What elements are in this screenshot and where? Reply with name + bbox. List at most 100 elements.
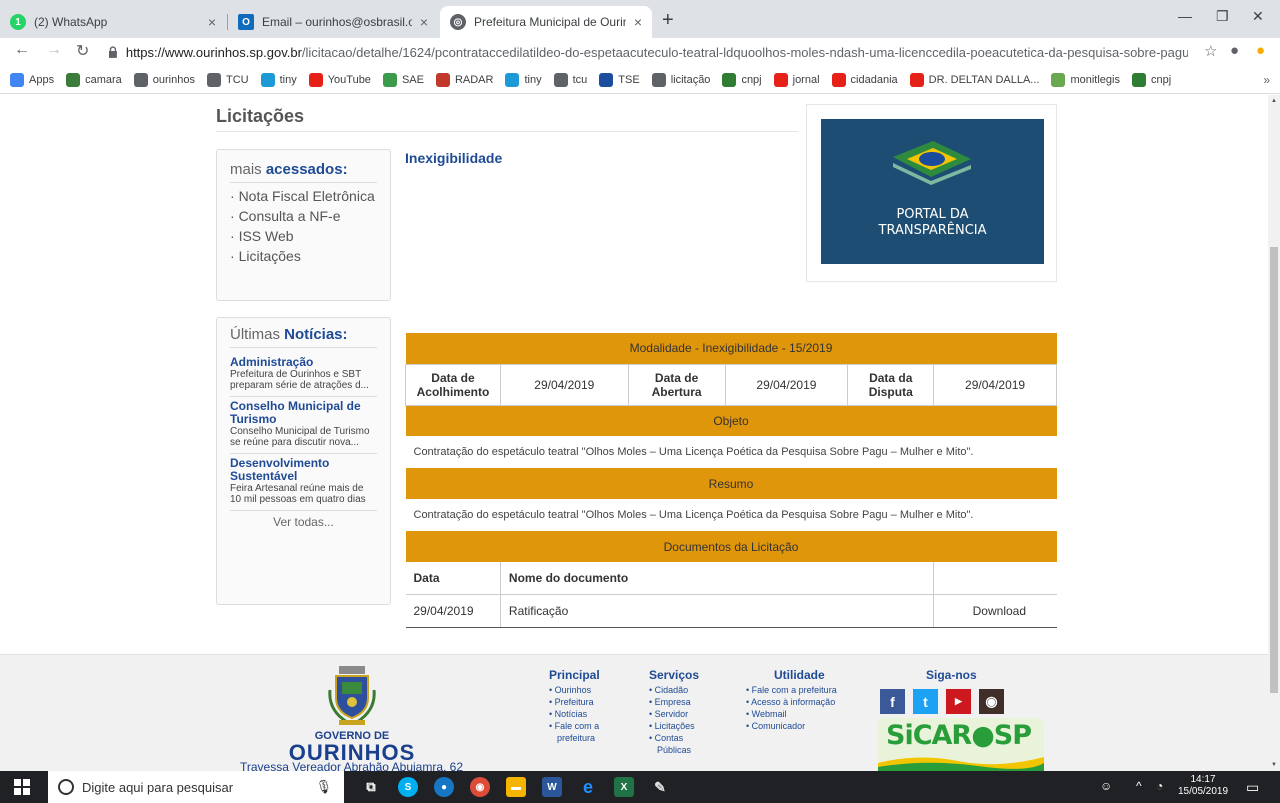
- bookmark-item[interactable]: TCU: [206, 72, 249, 87]
- link-label: ISS Web: [238, 228, 294, 244]
- bookmarks-overflow-button[interactable]: »: [1263, 73, 1270, 87]
- instagram-icon[interactable]: ◉: [979, 689, 1004, 714]
- social-links: f t ▶ ◉: [880, 689, 1012, 714]
- file-explorer-icon[interactable]: ▬: [506, 777, 526, 797]
- news-category[interactable]: Administração: [230, 356, 377, 369]
- bookmark-item[interactable]: TSE: [599, 72, 640, 87]
- transparency-portal-banner[interactable]: PORTAL DA TRANSPARÊNCIA: [821, 119, 1044, 264]
- news-item[interactable]: Administração Prefeitura de Ourinhos e S…: [230, 353, 377, 397]
- url-path: /licitacao/detalhe/1624/pcontrataccedila…: [301, 44, 1188, 60]
- sicar-sp-banner[interactable]: SiCAR●SP: [878, 718, 1044, 771]
- column-title: Utilidade: [774, 668, 825, 682]
- new-tab-button[interactable]: +: [662, 10, 674, 30]
- windows-start-icon[interactable]: [14, 779, 30, 795]
- reload-button[interactable]: ↻: [76, 41, 89, 61]
- clock-date: 15/05/2019: [1178, 786, 1229, 797]
- bookmark-item[interactable]: tcu: [553, 72, 587, 87]
- back-button[interactable]: ←: [14, 41, 30, 59]
- twitter-icon[interactable]: t: [913, 689, 938, 714]
- tab-prefeitura[interactable]: ◎ Prefeitura Municipal de Ourinhos ×: [440, 6, 652, 38]
- chrome-icon[interactable]: ◉: [470, 777, 490, 797]
- news-summary[interactable]: Conselho Municipal de Turismo se reúne p…: [230, 426, 377, 448]
- tab-whatsapp[interactable]: 1 (2) WhatsApp ×: [0, 6, 226, 38]
- tab-title: Prefeitura Municipal de Ourinhos: [474, 15, 626, 29]
- bookmark-favicon: [1051, 72, 1066, 87]
- star-icon[interactable]: ☆: [1204, 42, 1217, 60]
- most-accessed-link[interactable]: · Nota Fiscal Eletrônica: [230, 188, 377, 204]
- bookmark-item[interactable]: cnpj: [1132, 72, 1171, 87]
- bookmark-item[interactable]: cidadania: [831, 72, 898, 87]
- close-window-button[interactable]: ✕: [1252, 8, 1264, 25]
- page-scrollbar[interactable]: ▲ ▼: [1268, 95, 1280, 771]
- close-icon[interactable]: ×: [420, 14, 428, 30]
- footer-link[interactable]: • Empresa: [649, 696, 729, 708]
- footer-link[interactable]: • Fale com a prefeitura: [746, 684, 866, 696]
- scrollbar-thumb[interactable]: [1270, 247, 1278, 693]
- bookmark-item[interactable]: SAE: [382, 72, 424, 87]
- skype-icon[interactable]: S: [398, 777, 418, 797]
- edge-icon[interactable]: e: [578, 777, 598, 797]
- task-view-icon[interactable]: ⧉: [361, 777, 381, 797]
- bookmark-item[interactable]: jornal: [773, 72, 820, 87]
- paint-icon[interactable]: ✎: [650, 777, 670, 797]
- bookmark-item[interactable]: YouTube: [308, 72, 371, 87]
- tab-email[interactable]: O Email – ourinhos@osbrasil.org.br ×: [228, 6, 438, 38]
- footer-link[interactable]: • Prefeitura: [549, 696, 629, 708]
- address-bar[interactable]: https://www.ourinhos.sp.gov.br/licitacao…: [108, 39, 1188, 65]
- youtube-icon[interactable]: ▶: [946, 689, 971, 714]
- bookmark-item[interactable]: tiny: [260, 72, 297, 87]
- news-summary[interactable]: Feira Artesanal reúne mais de 10 mil pes…: [230, 483, 377, 505]
- app-icon[interactable]: ●: [434, 777, 454, 797]
- footer-link[interactable]: • Ourinhos: [549, 684, 629, 696]
- minimize-button[interactable]: —: [1178, 8, 1192, 24]
- close-icon[interactable]: ×: [634, 14, 642, 30]
- scroll-up-icon[interactable]: ▲: [1271, 98, 1277, 104]
- excel-icon[interactable]: X: [614, 777, 634, 797]
- network-icon[interactable]: ◔: [1156, 779, 1163, 793]
- footer-link[interactable]: • Licitações: [649, 720, 729, 732]
- tray-chevron-icon[interactable]: ^: [1136, 779, 1142, 793]
- footer-link[interactable]: • Fale com a prefeitura: [549, 720, 609, 744]
- footer-link[interactable]: • Comunicador: [746, 720, 866, 732]
- bookmark-item[interactable]: tiny: [505, 72, 542, 87]
- bookmark-item[interactable]: RADAR: [435, 72, 493, 87]
- most-accessed-box: mais acessados: · Nota Fiscal Eletrônica…: [216, 149, 391, 301]
- most-accessed-link[interactable]: · Licitações: [230, 248, 377, 264]
- news-item[interactable]: Desenvolvimento Sustentável Feira Artesa…: [230, 454, 377, 511]
- restore-button[interactable]: ❐: [1216, 8, 1229, 25]
- notifications-icon[interactable]: ▭: [1246, 779, 1259, 796]
- people-icon[interactable]: ☺: [1100, 779, 1112, 793]
- footer-link[interactable]: • Notícias: [549, 708, 629, 720]
- taskbar-search[interactable]: Digite aqui para pesquisar 🎙: [48, 771, 344, 803]
- most-accessed-link[interactable]: · ISS Web: [230, 228, 377, 244]
- bookmark-item[interactable]: cnpj: [722, 72, 762, 87]
- close-icon[interactable]: ×: [208, 14, 216, 30]
- bookmark-item[interactable]: licitação: [651, 72, 710, 87]
- bookmark-item[interactable]: camara: [66, 72, 122, 87]
- update-icon[interactable]: ●: [1256, 42, 1265, 59]
- footer-link[interactable]: • Webmail: [746, 708, 866, 720]
- bookmark-item[interactable]: monitlegis: [1051, 72, 1120, 87]
- news-item[interactable]: Conselho Municipal de Turismo Conselho M…: [230, 397, 377, 454]
- footer-link[interactable]: • Contas Públicas: [649, 732, 693, 756]
- system-clock[interactable]: 14:17 15/05/2019: [1178, 774, 1228, 798]
- profile-icon[interactable]: ●: [1230, 42, 1239, 59]
- download-link[interactable]: Download: [933, 594, 1057, 628]
- news-category[interactable]: Desenvolvimento Sustentável: [230, 457, 377, 483]
- scroll-down-icon[interactable]: ▼: [1271, 762, 1277, 768]
- microphone-icon[interactable]: 🎙: [315, 779, 332, 795]
- footer-link[interactable]: • Cidadão: [649, 684, 729, 696]
- forward-button[interactable]: →: [46, 41, 62, 59]
- see-all-news-link[interactable]: Ver todas...: [230, 511, 377, 529]
- news-category[interactable]: Conselho Municipal de Turismo: [230, 400, 377, 426]
- word-icon[interactable]: W: [542, 777, 562, 797]
- sicar-landscape-icon: [878, 757, 1044, 771]
- footer-link[interactable]: • Acesso à informação: [746, 696, 866, 708]
- bookmark-item[interactable]: Apps: [10, 72, 54, 87]
- bookmark-item[interactable]: ourinhos: [133, 72, 195, 87]
- footer-link[interactable]: • Servidor: [649, 708, 729, 720]
- bookmark-item[interactable]: DR. DELTAN DALLA...: [909, 72, 1039, 87]
- news-summary[interactable]: Prefeitura de Ourinhos e SBT preparam sé…: [230, 369, 377, 391]
- most-accessed-link[interactable]: · Consulta a NF-e: [230, 208, 377, 224]
- facebook-icon[interactable]: f: [880, 689, 905, 714]
